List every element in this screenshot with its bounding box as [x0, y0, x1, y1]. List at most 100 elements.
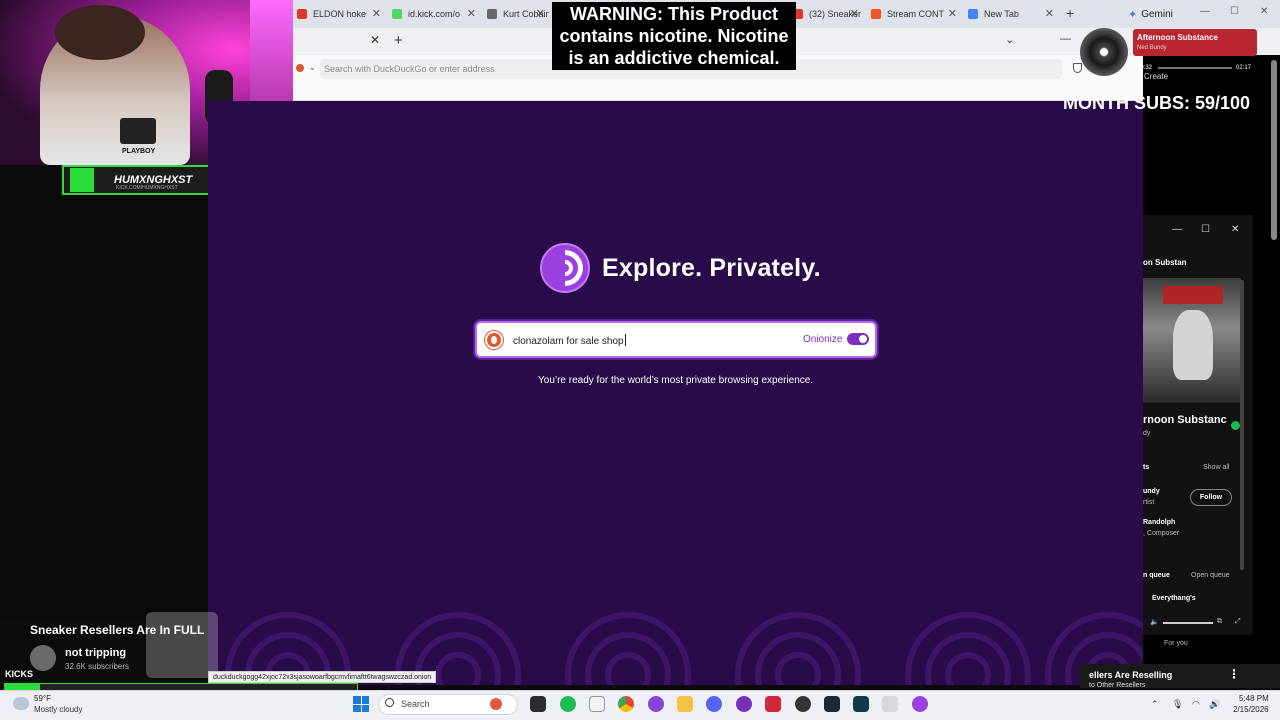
credits-heading: ts: [1143, 464, 1150, 471]
streamer-name-badge: HUMXNGHXST KICK.COM/HUMXNGHXST: [62, 165, 210, 195]
spotify-maximize-icon[interactable]: ☐: [1201, 224, 1210, 235]
spotify-minimize-icon[interactable]: —: [1172, 224, 1182, 235]
queue-heading: n queue: [1143, 572, 1170, 579]
tab-close-icon[interactable]: ✕: [948, 7, 957, 20]
file-explorer-icon[interactable]: [677, 696, 693, 712]
fullscreen-icon[interactable]: ⤢: [1235, 618, 1241, 626]
tor-active-icon[interactable]: [912, 696, 928, 712]
maximize-icon[interactable]: ☐: [1230, 6, 1239, 17]
spotify-app-icon[interactable]: [560, 696, 576, 712]
bottom-video-title[interactable]: ellers Are Reselling: [1089, 670, 1172, 680]
volume-icon[interactable]: 🔈: [1150, 618, 1159, 626]
miniplayer-icon[interactable]: ⧉: [1217, 618, 1222, 626]
browser-tab[interactable]: New Tab ✕: [968, 4, 1058, 24]
tor-browser-icon[interactable]: [736, 696, 752, 712]
now-playing-artist: Ned Bundy: [1137, 45, 1167, 51]
taskbar-search-label: Search: [401, 699, 430, 709]
tab-close-icon[interactable]: ✕: [1045, 7, 1054, 20]
wifi-icon[interactable]: ◠: [1192, 699, 1200, 710]
album-art: [1143, 278, 1241, 403]
spotify-close-icon[interactable]: ✕: [1231, 224, 1239, 235]
close-icon[interactable]: ✕: [1260, 6, 1268, 17]
spotify-scrollbar[interactable]: [1240, 280, 1244, 570]
duckduckgo-logo-icon: [485, 331, 503, 349]
show-all-link[interactable]: Show all: [1203, 464, 1229, 471]
tab-favicon-icon: [297, 9, 307, 19]
browser-tab[interactable]: id.kick.com/o ✕: [392, 4, 480, 24]
channel-avatar[interactable]: [30, 645, 56, 671]
spotify-header: on Substan: [1143, 258, 1187, 267]
onion-pattern-decoration: [225, 612, 1143, 685]
minimize-icon[interactable]: —: [1200, 6, 1210, 17]
shirt-text: PLAYBOY: [122, 148, 156, 155]
shirt-graphic: [120, 118, 156, 144]
obs-app-icon[interactable]: [795, 696, 811, 712]
vinyl-disc-icon: [1080, 28, 1128, 76]
browser-tab[interactable]: Stream CONT ✕: [871, 4, 961, 24]
weather-description[interactable]: Mostly cloudy: [34, 705, 82, 714]
speaker-icon[interactable]: 🔊: [1209, 699, 1220, 710]
open-queue-link[interactable]: Open queue: [1191, 572, 1230, 579]
tor-search-box[interactable]: clonazolam for sale shop Onionize: [475, 321, 877, 358]
red-app-icon[interactable]: [765, 696, 781, 712]
start-button-icon[interactable]: [353, 696, 369, 712]
terminal-app-icon[interactable]: [853, 696, 869, 712]
browser-tab[interactable]: ELDON hoke ✕: [297, 4, 385, 24]
browser-tab[interactable]: Kurt Cobain ✕: [487, 4, 549, 24]
tab-favicon-icon: [392, 9, 402, 19]
file-app-icon[interactable]: [530, 696, 546, 712]
search-input[interactable]: clonazolam for sale shop: [513, 334, 626, 347]
tor-new-tab-button[interactable]: +: [394, 32, 403, 49]
gemini-label: Gemini: [1141, 8, 1173, 20]
more-options-icon[interactable]: ⋮: [1228, 667, 1240, 681]
clock-date[interactable]: 2/15/2026: [1233, 705, 1269, 714]
tab-list-chevron-icon[interactable]: ⌄: [1005, 33, 1014, 46]
tor-tagline: Explore. Privately.: [602, 254, 821, 282]
duckduckgo-icon[interactable]: [296, 64, 304, 72]
next-track[interactable]: Everythang's: [1152, 595, 1196, 602]
saved-check-icon[interactable]: [1231, 421, 1240, 430]
nicotine-warning-banner: WARNING: This Product contains nicotine.…: [552, 2, 796, 70]
kick-logo-icon: [70, 168, 94, 192]
tab-label: ELDON hoke: [313, 9, 367, 19]
discord-app-icon[interactable]: [706, 696, 722, 712]
browser-tab[interactable]: (32) Sneaker ✕: [793, 4, 863, 24]
channel-name[interactable]: not tripping: [65, 647, 126, 659]
page-scrollbar[interactable]: [1271, 60, 1277, 240]
gemini-button[interactable]: ✦ Gemini: [1122, 5, 1179, 23]
notification-bell-icon[interactable]: [146, 612, 218, 678]
chrome-app-icon[interactable]: [618, 696, 634, 712]
tor-app-icon[interactable]: [648, 696, 664, 712]
create-label: Create: [1144, 72, 1169, 81]
steam-app-icon[interactable]: [824, 696, 840, 712]
tray-chevron-icon[interactable]: ⌃: [1151, 699, 1159, 710]
tab-close-icon[interactable]: ✕: [467, 7, 476, 20]
credit1-name[interactable]: undy: [1143, 488, 1160, 495]
tor-tab-close-icon[interactable]: ✕: [370, 33, 380, 47]
onionize-toggle[interactable]: [847, 333, 869, 345]
shield-icon[interactable]: [1073, 63, 1082, 73]
weather-temperature[interactable]: 59°F: [34, 694, 51, 703]
spotify-track-artist[interactable]: dy: [1143, 430, 1150, 437]
streamer-url: KICK.COM/HUMXNGHXST: [116, 185, 178, 191]
volume-slider[interactable]: [1163, 622, 1213, 624]
search-highlight-icon[interactable]: [490, 698, 502, 710]
tor-minimize-icon[interactable]: —: [1060, 33, 1071, 45]
tor-toolbar-strip: [293, 85, 1143, 101]
tab-close-icon[interactable]: ✕: [372, 7, 381, 20]
spotify-track-title[interactable]: rnoon Substanc: [1143, 414, 1227, 426]
credit2-name[interactable]: Randolph: [1143, 519, 1175, 526]
clock-time[interactable]: 5:48 PM: [1239, 694, 1269, 703]
microphone-icon[interactable]: 🎙: [1172, 699, 1183, 710]
tor-onion-logo-icon: [540, 243, 590, 293]
tab-label: id.kick.com/o: [408, 9, 461, 19]
snipping-tool-icon[interactable]: [882, 696, 898, 712]
tab-favicon-icon: [871, 9, 881, 19]
weather-cloud-icon[interactable]: [13, 697, 29, 710]
tab-close-icon[interactable]: ✕: [536, 7, 545, 20]
itunes-app-icon[interactable]: [589, 696, 605, 712]
follow-button[interactable]: Follow: [1190, 489, 1232, 506]
new-tab-button[interactable]: +: [1066, 5, 1074, 21]
engine-dropdown-icon[interactable]: ⌄: [309, 63, 316, 72]
tab-close-icon[interactable]: ✕: [850, 7, 859, 20]
